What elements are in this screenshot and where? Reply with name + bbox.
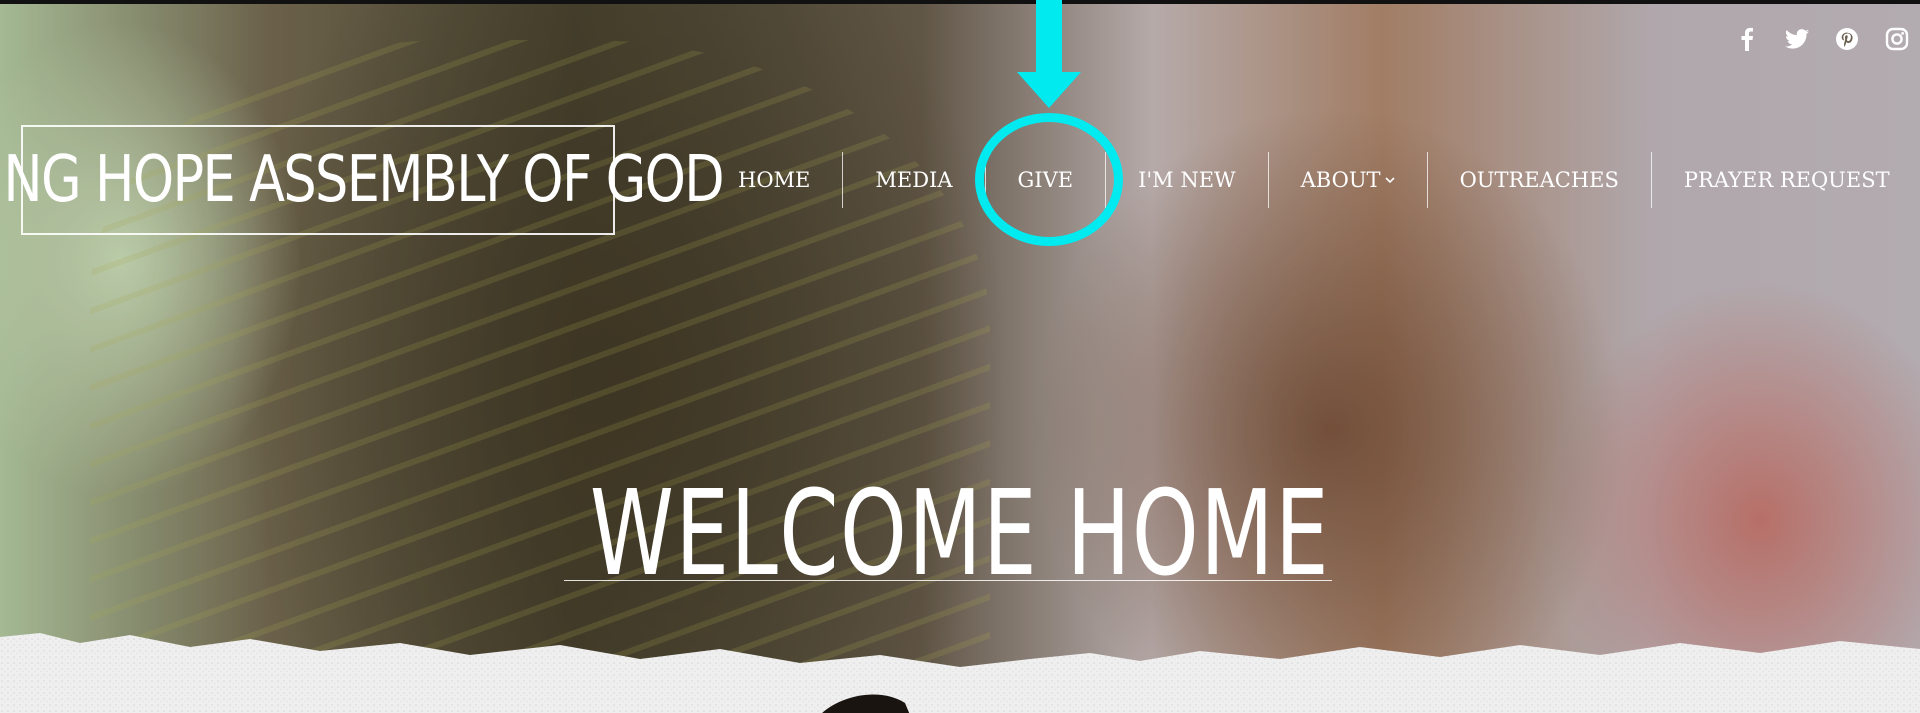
- nav-item-home[interactable]: HOME: [706, 158, 842, 202]
- nav-item-im-new[interactable]: I'M NEW: [1106, 158, 1268, 202]
- pinterest-icon[interactable]: [1834, 26, 1860, 52]
- hero-title-divider: [564, 580, 1332, 581]
- nav-item-media[interactable]: MEDIA: [843, 158, 984, 202]
- annotation-circle: [975, 113, 1123, 246]
- annotation-arrow-shaft: [1036, 0, 1062, 76]
- instagram-icon[interactable]: [1884, 26, 1910, 52]
- nav-item-about[interactable]: ABOUT: [1269, 158, 1427, 202]
- nav-item-prayer-request[interactable]: PRAYER REQUEST: [1652, 158, 1920, 202]
- top-border: [0, 0, 1920, 4]
- hero-title: WELCOME HOME: [589, 464, 1331, 603]
- facebook-icon[interactable]: [1734, 26, 1760, 52]
- nav-item-outreaches[interactable]: OUTREACHES: [1428, 158, 1651, 202]
- torn-paper-edge: [0, 633, 1920, 713]
- social-links: [1734, 26, 1910, 52]
- hero-section: LIVING HOPE ASSEMBLY OF GOD HOME MEDIA G…: [0, 0, 1920, 713]
- site-logo[interactable]: LIVING HOPE ASSEMBLY OF GOD: [0, 125, 724, 235]
- main-navigation: HOME MEDIA GIVE I'M NEW ABOUT OUTREACHES…: [706, 152, 1920, 208]
- nav-item-about-label: ABOUT: [1300, 168, 1381, 192]
- logo-text: LIVING HOPE ASSEMBLY OF GOD: [0, 143, 724, 217]
- chevron-down-icon: [1384, 176, 1395, 184]
- twitter-icon[interactable]: [1784, 26, 1810, 52]
- background-overlay: [0, 0, 1920, 713]
- annotation-arrow-icon: [1017, 72, 1081, 108]
